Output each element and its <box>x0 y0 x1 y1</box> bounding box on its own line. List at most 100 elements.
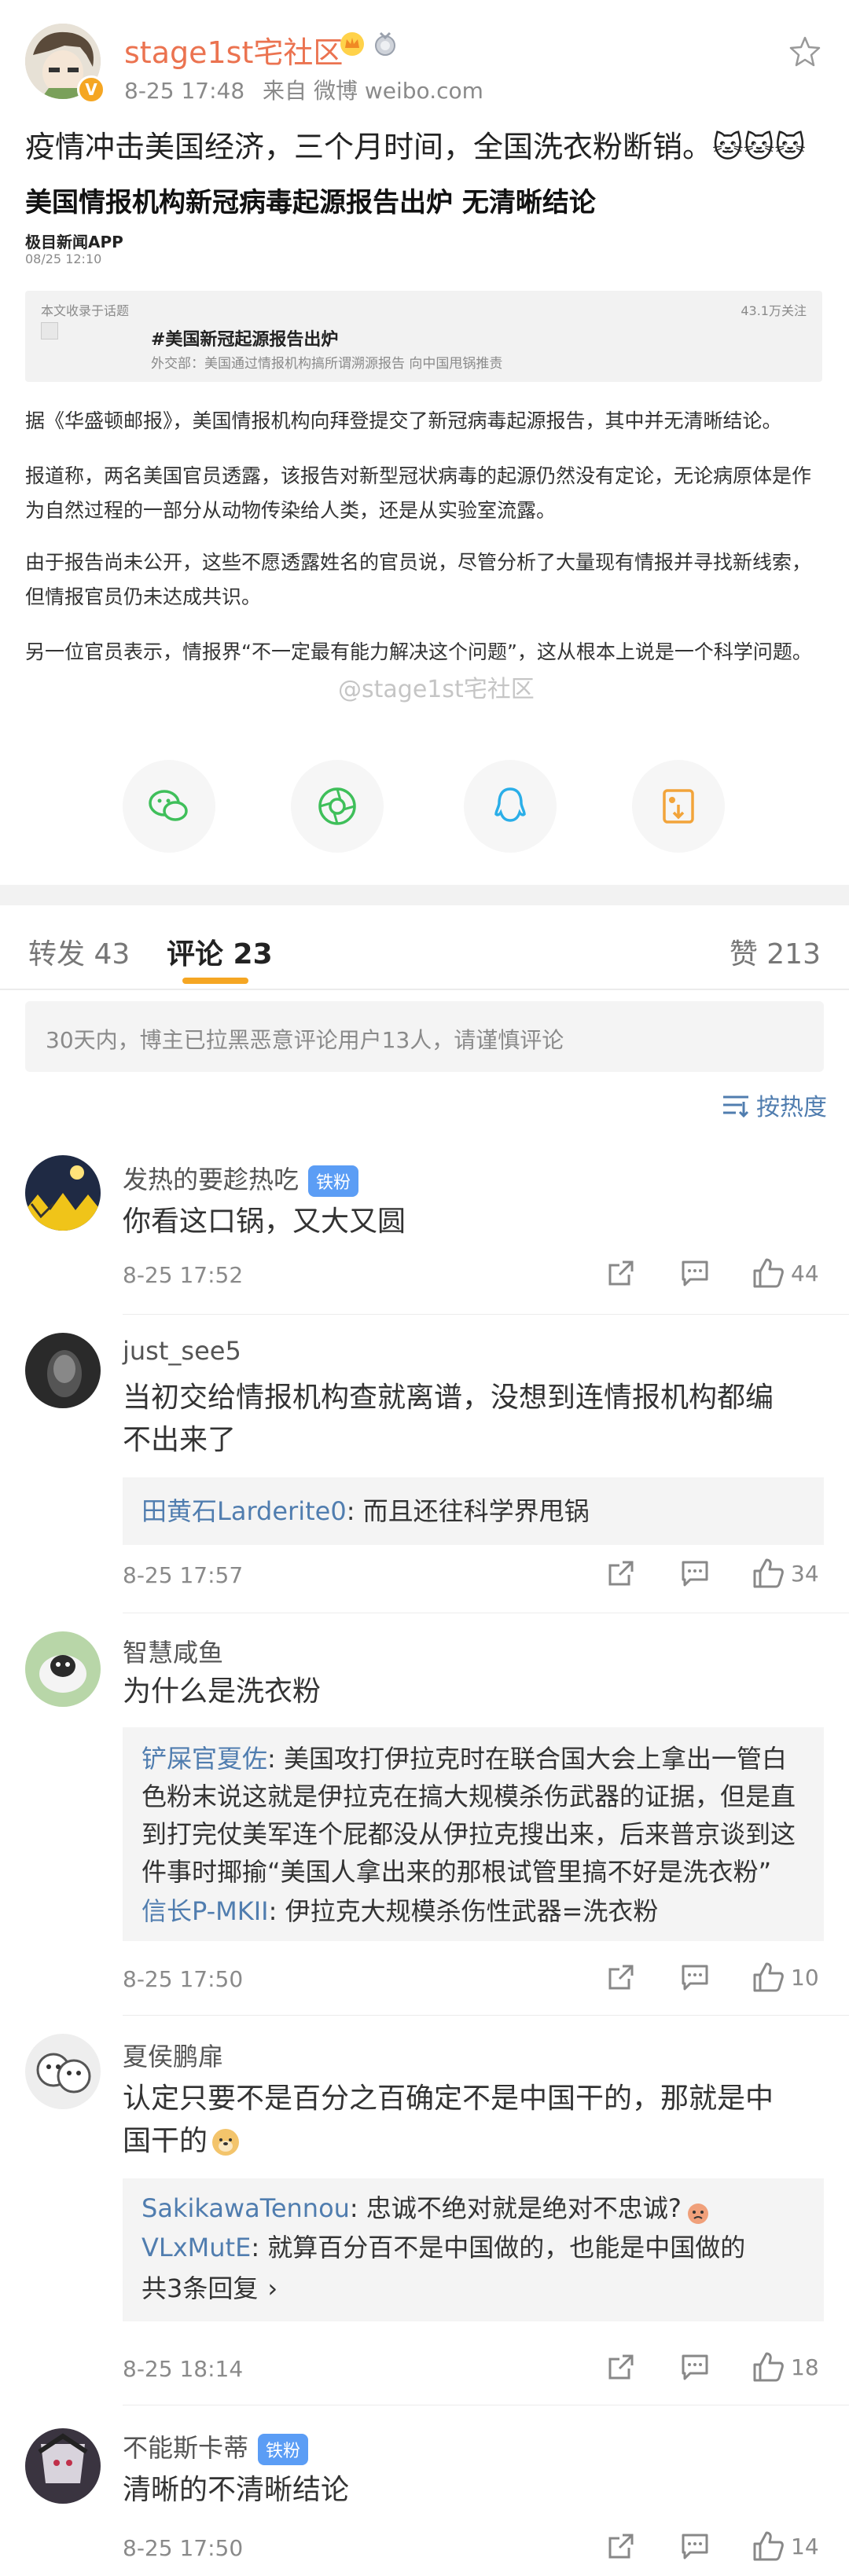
article-date: 08/25 12:10 <box>25 251 102 266</box>
reply-line: VLxMutE: 就算百分百不是中国做的，也能是中国做的 <box>142 2229 745 2266</box>
comment-like-button[interactable]: 14 <box>752 2529 819 2563</box>
comment-divider <box>123 2015 849 2016</box>
comment-like-button[interactable]: 10 <box>752 1960 819 1994</box>
thumbs-up-icon <box>753 1258 784 1288</box>
comment-share-icon[interactable] <box>605 1961 637 1993</box>
reply-user[interactable]: 铲屎官夏佐 <box>142 1744 267 1774</box>
comment-reply-icon[interactable] <box>679 1961 711 1993</box>
save-image-button[interactable] <box>632 760 725 853</box>
comment-share-icon[interactable] <box>605 2351 637 2383</box>
post-text-body: 疫情冲击美国经济，三个月时间，全国洗衣粉断销。 <box>25 130 713 164</box>
reply-text: : 伊拉克大规模杀伤性武器=洗衣粉 <box>268 1896 659 1926</box>
comment-reply-icon[interactable] <box>679 1558 711 1589</box>
comment-text-line-1: 认定只要不是百分之百确定不是中国干的，那就是中 <box>123 2082 774 2115</box>
reply-box[interactable]: SakikawaTennou: 忠诚不绝对就是绝对不忠诚? VLxMutE: 就… <box>123 2178 824 2321</box>
comment-time: 8-25 17:57 <box>123 1562 244 1588</box>
emoji-icon <box>686 2198 710 2224</box>
reply-user[interactable]: VLxMutE <box>142 2233 251 2262</box>
share-qq-button[interactable] <box>464 760 557 853</box>
comment-time: 8-25 18:14 <box>123 2356 244 2382</box>
comment-time: 8-25 17:50 <box>123 2535 244 2561</box>
favorite-star-icon[interactable] <box>788 35 822 69</box>
comment-like-button[interactable]: 44 <box>752 1256 819 1290</box>
tab-like[interactable]: 赞 213 <box>730 931 821 972</box>
commenter-name[interactable]: 发热的要趁热吃 铁粉 <box>123 1160 359 1197</box>
commenter-name-text[interactable]: 不能斯卡蒂 <box>123 2433 248 2463</box>
comment-reply-icon[interactable] <box>679 2351 711 2383</box>
watermark: @stage1st宅社区 <box>338 676 535 703</box>
post-source[interactable]: 微博 weibo.com <box>314 78 483 104</box>
commenter-name[interactable]: 不能斯卡蒂 铁粉 <box>123 2428 309 2465</box>
poster-name[interactable]: stage1st宅社区 <box>124 28 343 72</box>
commenter-name[interactable]: just_see5 <box>123 1336 241 1366</box>
comment-avatar[interactable] <box>25 1155 101 1231</box>
crown-icon <box>340 31 365 57</box>
save-image-icon <box>663 789 694 824</box>
qq-penguin-icon <box>494 787 526 822</box>
blacklist-notice: 30天内，博主已拉黑恶意评论用户13人，请谨慎评论 <box>25 1001 824 1072</box>
comment-divider <box>123 1314 849 1315</box>
comment-reply-icon[interactable] <box>679 2530 711 2562</box>
like-count: 34 <box>791 1560 819 1587</box>
reply-line: 田黄石Larderite0: 而且还往科学界甩锅 <box>142 1492 590 1530</box>
reply-box[interactable]: 田黄石Larderite0: 而且还往科学界甩锅 <box>123 1477 824 1545</box>
article-publisher: 极目新闻APP <box>25 233 123 251</box>
comment-avatar[interactable] <box>25 2034 101 2109</box>
sort-by-hot-button[interactable]: 按热度 <box>720 1088 827 1122</box>
verified-badge: V <box>77 75 105 104</box>
share-moments-button[interactable] <box>291 760 384 853</box>
cat-emoji-icons: 🐱🐱🐱 <box>712 130 806 164</box>
commenter-name-text[interactable]: 发热的要趁热吃 <box>123 1165 299 1194</box>
article-title: 美国情报机构新冠病毒起源报告出炉 无清晰结论 <box>25 187 596 218</box>
article-para-3: 由于报告尚未公开，这些不愿透露姓名的官员说，尽管分析了大量现有情报并寻找新线索，… <box>25 551 812 608</box>
comment-reply-icon[interactable] <box>679 1257 711 1289</box>
comment-share-icon[interactable] <box>605 1257 637 1289</box>
notice-text: 30天内，博主已拉黑恶意评论用户13人，请谨慎评论 <box>46 1027 564 1053</box>
tab-comment[interactable]: 评论 23 <box>167 931 273 972</box>
sort-icon <box>723 1095 749 1118</box>
comment-share-icon[interactable] <box>605 2530 637 2562</box>
more-replies-link[interactable]: 共3条回复 › <box>142 2270 277 2307</box>
comment-avatar[interactable] <box>25 1631 101 1707</box>
like-count: 14 <box>791 2533 819 2559</box>
share-wechat-button[interactable] <box>123 760 215 853</box>
comment-like-button[interactable]: 18 <box>752 2350 819 2384</box>
reply-user[interactable]: SakikawaTennou <box>142 2193 350 2223</box>
comment-avatar[interactable] <box>25 1333 101 1408</box>
medal-icon <box>373 31 398 57</box>
doge-emoji-icon <box>211 2127 241 2157</box>
comment-time: 8-25 17:50 <box>123 1966 244 1992</box>
post-source-prefix: 来自 <box>263 78 307 104</box>
topic-card-followers: 43.1万关注 <box>741 303 807 318</box>
comment-text: 你看这口锅，又大又圆 <box>123 1205 406 1238</box>
reply-box[interactable]: 铲屎官夏佐: 美国攻打伊拉克时在联合国大会上拿出一管白 色粉末说这就是伊拉克在搞… <box>123 1727 824 1941</box>
article-para-4: 另一位官员表示，情报界“不一定最有能力解决这个问题”，这从根本上说是一个科学问题… <box>25 640 812 663</box>
comment-avatar[interactable] <box>25 2428 101 2504</box>
comment-text-line-2: 国干的 <box>123 2120 241 2163</box>
tab-repost[interactable]: 转发 43 <box>28 931 130 972</box>
topic-card-label: 本文收录于话题 <box>41 303 130 318</box>
camera-shutter-icon <box>318 787 356 825</box>
topic-subtitle: 外交部：美国通过情报机构搞所谓溯源报告 向中国甩锅推责 <box>151 356 503 372</box>
comment-text-line-2: 不出来了 <box>123 1424 237 1456</box>
chevron-right-icon: › <box>267 2273 278 2303</box>
reply-line-cont: 件事时揶揄“美国人拿出来的那根试管里搞不好是洗衣粉” <box>142 1857 772 1887</box>
reply-user[interactable]: 田黄石Larderite0 <box>142 1496 347 1526</box>
commenter-name[interactable]: 夏侯鹏扉 <box>123 2037 223 2073</box>
reply-line: 信长P-MKII: 伊拉克大规模杀伤性武器=洗衣粉 <box>142 1892 658 1930</box>
comment-time: 8-25 17:52 <box>123 1262 244 1288</box>
comment-share-icon[interactable] <box>605 1558 637 1589</box>
comment-like-button[interactable]: 34 <box>752 1556 819 1591</box>
reply-text: : 忠诚不绝对就是绝对不忠诚? <box>349 2193 682 2223</box>
fan-badge: 铁粉 <box>308 1165 359 1197</box>
commenter-name[interactable]: 智慧咸鱼 <box>123 1633 223 1669</box>
thumbs-up-icon <box>753 2352 784 2382</box>
section-divider <box>0 885 849 905</box>
thumbs-up-icon <box>753 2531 784 2561</box>
more-replies-label[interactable]: 共3条回复 <box>142 2273 258 2303</box>
like-count: 18 <box>791 2354 819 2380</box>
tab-active-indicator <box>182 978 248 984</box>
reply-user[interactable]: 信长P-MKII <box>142 1896 269 1926</box>
topic-card[interactable]: 本文收录于话题 43.1万关注 #美国新冠起源报告出炉 外交部：美国通过情报机构… <box>25 291 822 382</box>
topic-title[interactable]: #美国新冠起源报告出炉 <box>151 325 338 350</box>
